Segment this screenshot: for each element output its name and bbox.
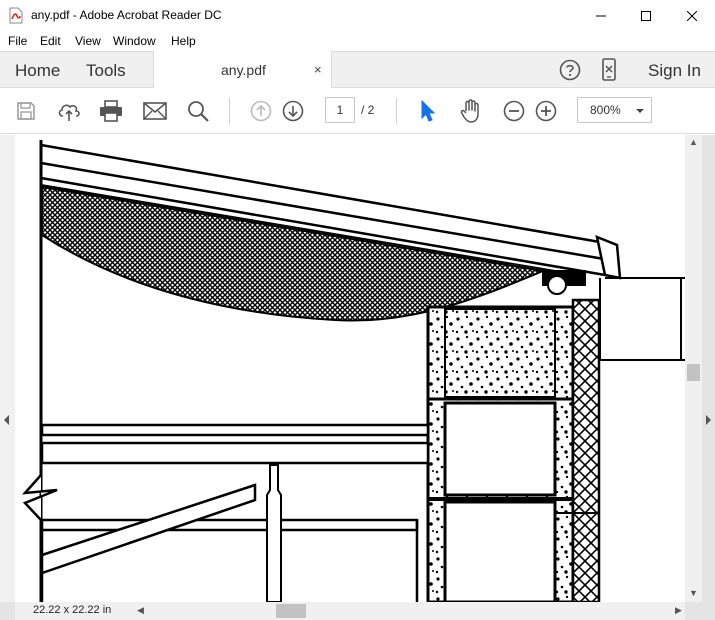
cloud-upload-icon [58,104,80,121]
maximize-button[interactable] [623,0,669,31]
close-icon [687,10,697,21]
menu-edit[interactable]: Edit [40,34,61,48]
hand-icon [460,99,479,123]
window-title: any.pdf - Adobe Acrobat Reader DC [31,8,222,22]
chevron-down-icon [636,109,644,113]
tab-bar: Home Tools any.pdf × Sign In [0,51,715,89]
menu-window[interactable]: Window [113,34,156,48]
zoom-value: 800% [590,103,621,117]
zoom-in-button[interactable] [534,99,558,123]
toolbar-separator [229,98,230,124]
tab-document[interactable]: any.pdf × [153,51,332,89]
horizontal-scroll-thumb[interactable] [276,604,306,618]
scroll-right-icon[interactable]: ▶ [675,605,682,616]
status-bar: 22.22 x 22.22 in ◀ ▶ [15,602,685,620]
page-down-icon [282,100,304,122]
scroll-left-icon[interactable]: ◀ [137,605,144,616]
left-pane-gutter [0,135,15,602]
previous-page-button[interactable] [249,99,273,123]
menu-file[interactable]: File [8,34,27,48]
select-cursor-icon [421,100,436,122]
minimize-icon [596,15,606,16]
menu-bar: File Edit View Window Help [0,31,715,51]
save-button[interactable] [14,99,38,123]
minimize-button[interactable] [578,0,624,31]
search-icon [188,101,209,122]
title-bar: any.pdf - Adobe Acrobat Reader DC [0,0,715,31]
vertical-scrollbar[interactable]: ▲ ▼ [685,135,702,602]
select-tool-button[interactable] [416,99,440,123]
close-button[interactable] [669,0,715,31]
zoom-in-icon [535,100,557,122]
expand-left-pane-icon[interactable] [4,415,9,425]
mail-icon [143,102,167,120]
email-button[interactable] [143,99,167,123]
acrobat-window: any.pdf - Adobe Acrobat Reader DC File E… [0,0,715,620]
search-button[interactable] [186,99,210,123]
vertical-scroll-thumb[interactable] [687,364,700,381]
print-button[interactable] [99,99,123,123]
tab-tools[interactable]: Tools [86,61,126,81]
architectural-drawing [21,140,685,602]
page-size-label: 22.22 x 22.22 in [33,604,112,616]
sign-in-button[interactable]: Sign In [648,61,701,81]
document-area: ▲ ▼ 22.22 x 22.22 in ◀ ▶ [0,135,715,620]
expand-right-pane-icon[interactable] [706,415,711,425]
pdf-page [15,135,685,602]
zoom-out-button[interactable] [502,99,526,123]
menu-help[interactable]: Help [171,34,196,48]
page-number-input[interactable]: 1 [325,97,355,123]
help-icon[interactable] [559,59,581,81]
zoom-out-icon [503,100,525,122]
toolbar-separator [396,98,397,124]
toolbar: 1 / 2 800% [0,88,715,134]
scroll-down-icon[interactable]: ▼ [689,588,698,598]
pdf-file-icon [9,7,23,24]
print-icon [100,100,122,122]
maximize-icon [641,10,651,21]
zoom-select[interactable]: 800% [577,97,652,123]
next-page-button[interactable] [281,99,305,123]
page-up-icon [250,100,272,122]
page-total: / 2 [361,103,375,117]
tab-home[interactable]: Home [15,61,60,81]
document-tab-close-button[interactable]: × [314,62,322,77]
menu-view[interactable]: View [75,34,101,48]
hand-tool-button[interactable] [459,99,483,123]
scroll-up-icon[interactable]: ▲ [689,137,698,147]
mobile-link-icon[interactable] [601,58,617,82]
document-tab-label: any.pdf [221,62,266,78]
save-icon [17,102,35,120]
upload-button[interactable] [57,99,81,123]
